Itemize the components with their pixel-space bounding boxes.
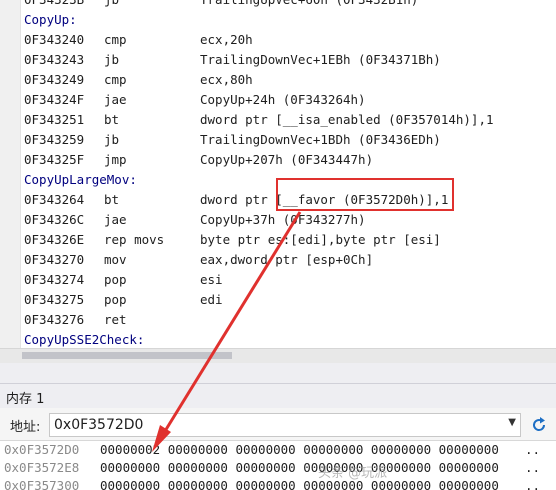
memory-data: 00000000 00000000 00000000 00000000 0000… (100, 460, 499, 475)
instruction-operands: esi (200, 272, 223, 287)
label-text: CopyUpSSE2Check: (24, 332, 145, 347)
memory-grid[interactable]: 0x0F3572D0 00000002 00000000 00000000 000… (0, 441, 556, 490)
instruction-mnemonic: pop (104, 272, 127, 287)
memory-row[interactable]: 0x0F357300 00000000 00000000 00000000 000… (0, 477, 556, 490)
instruction-mnemonic: jae (104, 212, 127, 227)
instruction-operands: TrailingUpVec+60h (0F3432B1h) (200, 0, 418, 10)
instruction-mnemonic: mov (104, 252, 127, 267)
instruction-mnemonic: jae (104, 92, 127, 107)
breakpoint-gutter[interactable] (0, 0, 21, 348)
instruction-mnemonic: jb (104, 132, 120, 147)
instruction-mnemonic: cmp (104, 32, 127, 47)
address-input[interactable] (54, 414, 494, 436)
instruction-address: 0F34325F (24, 152, 85, 167)
memory-row[interactable]: 0x0F3572D0 00000002 00000000 00000000 000… (0, 441, 556, 459)
memory-ascii: .. (525, 460, 541, 475)
instruction-operands: edi (200, 292, 223, 307)
instruction-mnemonic: rep movs (104, 232, 165, 247)
instruction-address: 0F34324F (24, 92, 85, 107)
highlight-box (276, 178, 454, 211)
instruction-operands: byte ptr es:[edi],byte ptr [esi] (200, 232, 441, 247)
instruction-operands: TrailingDownVec+1BDh (0F3436EDh) (200, 132, 441, 147)
instruction-operands: TrailingDownVec+1EBh (0F34371Bh) (200, 52, 441, 67)
instruction-operands: CopyUp+24h (0F343264h) (200, 92, 366, 107)
label-text: CopyUp: (24, 12, 77, 27)
address-combobox[interactable]: ▼ (49, 413, 521, 437)
instruction-address: 0F343276 (24, 312, 85, 327)
instruction-mnemonic: pop (104, 292, 127, 307)
instruction-mnemonic: cmp (104, 72, 127, 87)
memory-data: 00000000 00000000 00000000 00000000 0000… (100, 478, 499, 490)
instruction-address: 0F343275 (24, 292, 85, 307)
memory-ascii: .. (525, 442, 541, 457)
instruction-operands: CopyUp+37h (0F343277h) (200, 212, 366, 227)
memory-address: 0x0F3572E8 (4, 460, 80, 475)
instruction-address: 0F343264 (24, 192, 85, 207)
memory-row[interactable]: 0x0F3572E8 00000000 00000000 00000000 000… (0, 459, 556, 477)
instruction-address: 0F34326C (24, 212, 85, 227)
instruction-address: 0F34323B (24, 0, 84, 10)
refresh-icon[interactable] (529, 415, 549, 435)
disassembly-view[interactable]: 0F34323B jb TrailingUpVec+60h (0F3432B1h) C… (0, 0, 556, 348)
memory-address: 0x0F357300 (4, 478, 80, 490)
instruction-address: 0F343270 (24, 252, 85, 267)
instruction-operands: CopyUp+207h (0F343447h) (200, 152, 374, 167)
scrollbar-thumb[interactable] (22, 352, 232, 359)
instruction-mnemonic: bt (104, 192, 120, 207)
instruction-address: 0F343249 (24, 72, 85, 87)
chevron-down-icon[interactable]: ▼ (508, 417, 516, 428)
label-text: CopyUpLargeMov: (24, 172, 137, 187)
instruction-address: 0F343274 (24, 272, 85, 287)
instruction-operands: ecx,20h (200, 32, 253, 47)
instruction-address: 0F343240 (24, 32, 85, 47)
instruction-address: 0F34326E (24, 232, 85, 247)
instruction-address: 0F343243 (24, 52, 85, 67)
instruction-address: 0F343251 (24, 112, 85, 127)
watermark-text: 头条 @玩派 (318, 466, 388, 481)
memory-panel-header: 内存 1 (0, 383, 556, 408)
instruction-operands: ecx,80h (200, 72, 253, 87)
memory-address: 0x0F3572D0 (4, 442, 80, 457)
horizontal-scrollbar[interactable] (0, 348, 556, 363)
panel-divider (0, 363, 556, 383)
address-bar: 地址: ▼ (0, 408, 556, 441)
instruction-mnemonic: jb (104, 0, 119, 10)
instruction-mnemonic: bt (104, 112, 120, 127)
instruction-operands: eax,dword ptr [esp+0Ch] (200, 252, 374, 267)
memory-data: 00000002 00000000 00000000 00000000 0000… (100, 442, 499, 457)
address-label: 地址: (10, 420, 41, 435)
instruction-mnemonic: ret (104, 312, 127, 327)
instruction-operands: dword ptr [__isa_enabled (0F357014h)],1 (200, 112, 494, 127)
memory-panel-title: 内存 1 (6, 392, 45, 407)
instruction-mnemonic: jb (104, 52, 120, 67)
instruction-mnemonic: jmp (104, 152, 127, 167)
instruction-address: 0F343259 (24, 132, 85, 147)
memory-ascii: .. (525, 478, 541, 490)
